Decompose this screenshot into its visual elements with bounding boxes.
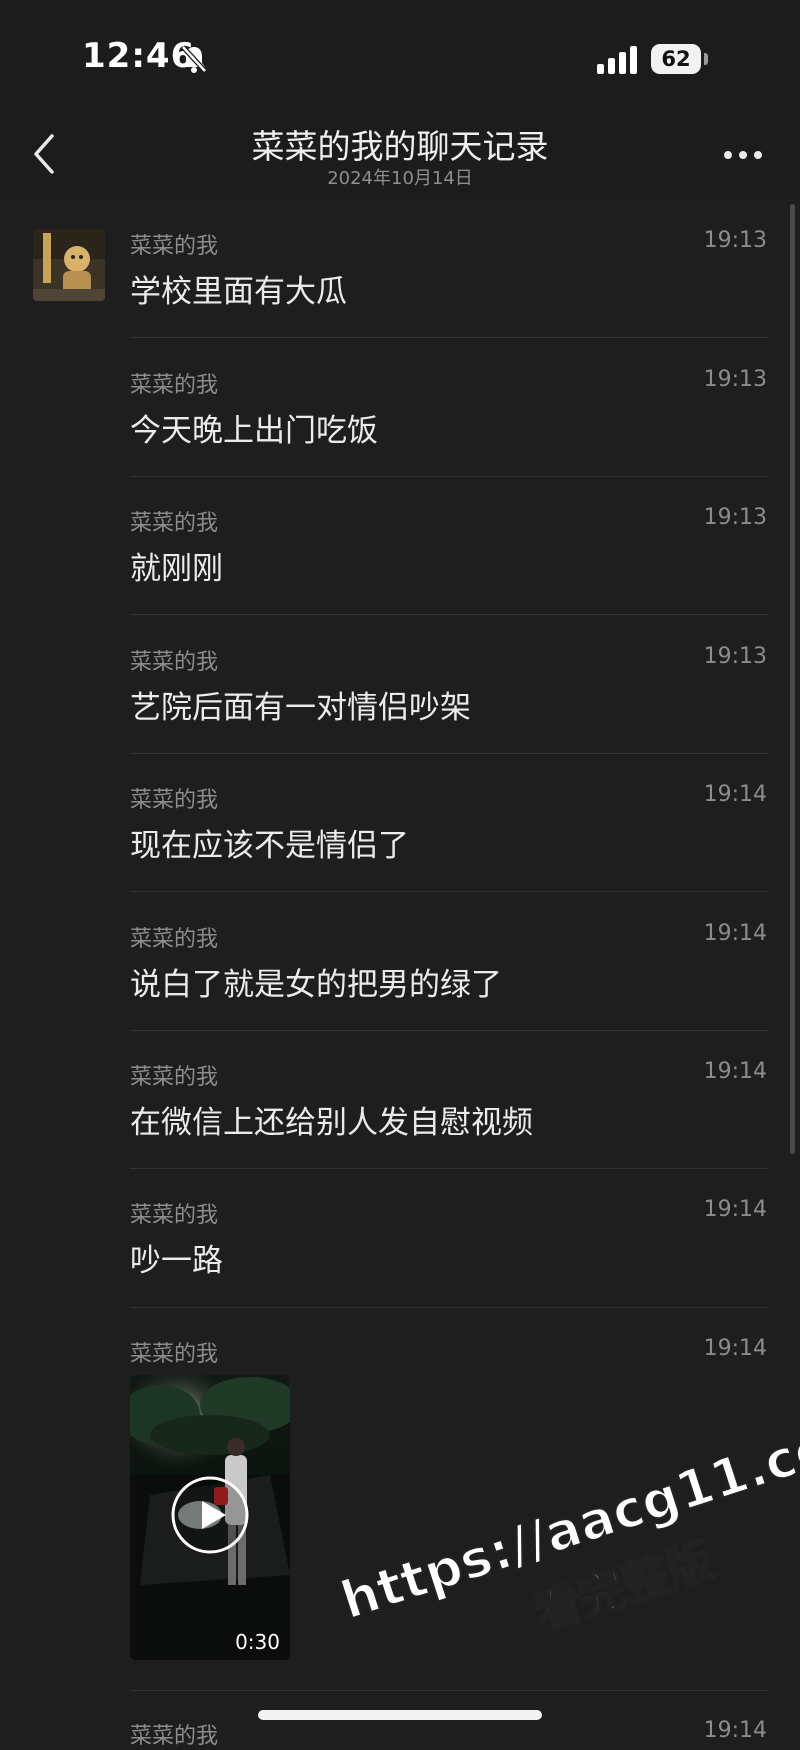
page-title: 菜菜的我的聊天记录 bbox=[251, 127, 549, 166]
message-text: 就刚刚 bbox=[130, 551, 223, 587]
video-thumbnail[interactable]: 0:30 bbox=[130, 1375, 290, 1660]
watermark: https://aacg11.com 看完整版 bbox=[300, 1309, 800, 1707]
home-indicator[interactable] bbox=[258, 1710, 542, 1720]
message-sender: 菜菜的我 bbox=[130, 1203, 219, 1228]
watermark-text: 看完整版 bbox=[527, 1532, 721, 1642]
watermark-url: https://aacg11.com bbox=[333, 1399, 800, 1633]
status-bar: 12:46 62 bbox=[0, 0, 800, 110]
status-time: 12:46 bbox=[82, 36, 196, 76]
message-divider bbox=[130, 337, 767, 338]
message-divider bbox=[130, 614, 767, 615]
message-sender: 菜菜的我 bbox=[130, 788, 219, 813]
scrollbar[interactable] bbox=[790, 204, 795, 1154]
message-sender: 菜菜的我 bbox=[130, 1065, 219, 1090]
message-time: 19:14 bbox=[703, 1718, 767, 1743]
message-text: 在微信上还给别人发自慰视频 bbox=[130, 1105, 533, 1141]
message-time: 19:14 bbox=[703, 1059, 767, 1084]
message-text: 现在应该不是情侣了 bbox=[130, 828, 409, 864]
video-duration: 0:30 bbox=[235, 1630, 280, 1654]
message-time: 19:14 bbox=[703, 921, 767, 946]
message-time: 19:13 bbox=[703, 644, 767, 669]
message-time: 19:13 bbox=[703, 228, 767, 253]
play-icon[interactable] bbox=[170, 1475, 250, 1555]
message-time: 19:13 bbox=[703, 367, 767, 392]
message-sender: 菜菜的我 bbox=[130, 234, 219, 259]
message-time: 19:14 bbox=[703, 1197, 767, 1222]
message-sender: 菜菜的我 bbox=[130, 1342, 219, 1367]
message-sender: 菜菜的我 bbox=[130, 511, 219, 536]
message-divider bbox=[130, 1168, 767, 1169]
message-sender: 菜菜的我 bbox=[130, 1724, 219, 1749]
ellipsis-icon[interactable] bbox=[722, 148, 764, 162]
message-divider bbox=[130, 891, 767, 892]
message-text: 今天晚上出门吃饭 bbox=[130, 413, 378, 449]
avatar[interactable] bbox=[33, 229, 105, 301]
battery-indicator: 62 bbox=[651, 44, 701, 74]
message-divider bbox=[130, 1030, 767, 1031]
avatar-image bbox=[33, 229, 105, 301]
message-text: 学校里面有大瓜 bbox=[130, 274, 347, 310]
message-time: 19:14 bbox=[703, 782, 767, 807]
message-sender: 菜菜的我 bbox=[130, 373, 219, 398]
message-text: 吵一路 bbox=[130, 1243, 223, 1279]
message-divider bbox=[130, 753, 767, 754]
message-sender: 菜菜的我 bbox=[130, 650, 219, 675]
battery-tip bbox=[704, 53, 708, 65]
message-time: 19:14 bbox=[703, 1336, 767, 1361]
message-text: 艺院后面有一对情侣吵架 bbox=[130, 690, 471, 726]
message-divider bbox=[130, 1307, 767, 1308]
nav-bar: 菜菜的我的聊天记录 2024年10月14日 bbox=[0, 110, 800, 200]
message-divider bbox=[130, 476, 767, 477]
message-time: 19:13 bbox=[703, 505, 767, 530]
page-subtitle: 2024年10月14日 bbox=[327, 168, 473, 189]
message-sender: 菜菜的我 bbox=[130, 927, 219, 952]
bell-slash-icon bbox=[181, 45, 207, 73]
message-text: 说白了就是女的把男的绿了 bbox=[130, 967, 502, 1003]
message-divider bbox=[130, 1690, 767, 1691]
cellular-signal-icon bbox=[597, 46, 637, 74]
